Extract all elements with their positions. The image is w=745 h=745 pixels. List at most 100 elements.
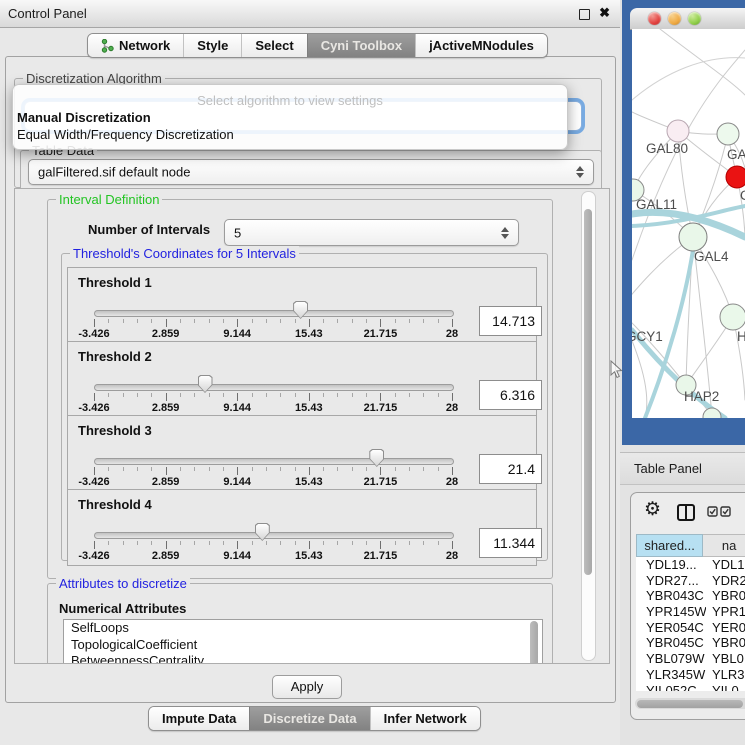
- tick-mark: [409, 467, 410, 471]
- tick-mark: [309, 467, 310, 475]
- table-hscrollbar-track[interactable]: [635, 698, 745, 709]
- minimize-traffic-light-icon[interactable]: [668, 12, 681, 25]
- tick-mark: [323, 393, 324, 397]
- number-of-intervals-combobox[interactable]: 5: [224, 219, 519, 246]
- tab-impute-data[interactable]: Impute Data: [149, 707, 249, 730]
- popup-option-equal-width-frequency[interactable]: Equal Width/Frequency Discretization: [17, 127, 234, 142]
- slider-track[interactable]: [94, 458, 454, 465]
- network-node[interactable]: [679, 223, 707, 251]
- combo-arrows-icon: [501, 227, 510, 239]
- cell-shared-name: YIL052C: [636, 683, 706, 692]
- network-node[interactable]: [720, 304, 745, 330]
- threshold-value-field[interactable]: 21.4: [479, 454, 542, 484]
- slider-track[interactable]: [94, 384, 454, 391]
- tick-mark: [438, 467, 439, 471]
- slider-track[interactable]: [94, 310, 454, 317]
- tick-label: 2.859: [152, 550, 180, 562]
- network-canvas[interactable]: GAL80GACGAL11GAL4GCY1HHAP2: [632, 29, 745, 418]
- tick-mark: [252, 319, 253, 323]
- table-row[interactable]: YPR145WYPR1: [636, 604, 745, 620]
- checkbox-icon[interactable]: [720, 506, 731, 517]
- tick-mark: [209, 541, 210, 545]
- tick-mark: [452, 541, 453, 549]
- combo-arrows-icon: [576, 166, 585, 178]
- tab-infer-network[interactable]: Infer Network: [370, 707, 480, 730]
- tick-mark: [409, 319, 410, 323]
- tick-mark: [252, 467, 253, 471]
- split-columns-icon[interactable]: [677, 504, 695, 521]
- tab-style[interactable]: Style: [183, 34, 241, 57]
- table-row[interactable]: YDR27...YDR2: [636, 573, 745, 589]
- tick-mark: [209, 467, 210, 471]
- tick-mark: [123, 393, 124, 397]
- tick-mark: [94, 541, 95, 549]
- table-row[interactable]: YLR345WYLR3: [636, 667, 745, 683]
- table-row[interactable]: YER054CYER0: [636, 620, 745, 636]
- table-row[interactable]: YDL19...YDL1: [636, 557, 745, 573]
- control-panel-tabs: Network Style Select Cyni Toolbox jActiveMNo…: [87, 33, 548, 58]
- table-data-combobox[interactable]: galFiltered.sif default node: [28, 159, 594, 185]
- attribute-list-item[interactable]: TopologicalCoefficient: [64, 637, 542, 654]
- numerical-attributes-list[interactable]: SelfLoopsTopologicalCoefficientBetweenne…: [63, 619, 543, 664]
- threshold-panel-3: Threshold 3-3.4262.8599.14415.4321.71528…: [67, 415, 537, 492]
- apply-button[interactable]: Apply: [272, 675, 342, 699]
- tick-mark: [94, 467, 95, 475]
- network-node[interactable]: [726, 166, 745, 188]
- settings-scrollbar-thumb[interactable]: [584, 209, 592, 575]
- tab-label: Network: [119, 38, 170, 53]
- tick-mark: [237, 541, 238, 549]
- tick-label: 15.43: [295, 328, 323, 340]
- tick-mark: [180, 541, 181, 545]
- tab-label: Select: [255, 38, 293, 53]
- popup-option-manual-discretization[interactable]: Manual Discretization: [17, 110, 151, 125]
- threshold-value-field[interactable]: 11.344: [479, 528, 542, 558]
- tick-mark: [166, 467, 167, 475]
- tick-mark: [366, 467, 367, 471]
- threshold-value-field[interactable]: 6.316: [479, 380, 542, 410]
- tick-mark: [166, 541, 167, 549]
- table-hscrollbar-thumb[interactable]: [637, 700, 743, 708]
- tick-mark: [337, 467, 338, 471]
- table-row[interactable]: YBR045CYBR0: [636, 635, 745, 651]
- attribute-list-scrollbar-thumb[interactable]: [530, 621, 538, 664]
- zoom-traffic-light-icon[interactable]: [688, 12, 701, 25]
- tick-mark: [151, 541, 152, 545]
- tick-mark: [280, 393, 281, 397]
- settings-scrollbar-track[interactable]: [581, 191, 596, 661]
- checkbox-icon[interactable]: [707, 506, 718, 517]
- gear-icon[interactable]: ⚙: [644, 500, 661, 519]
- tab-discretize-data[interactable]: Discretize Data: [249, 707, 369, 730]
- attribute-list-item[interactable]: BetweennessCentrality: [64, 653, 542, 664]
- tab-label: jActiveMNodules: [429, 38, 534, 53]
- table-row[interactable]: YIL052CYIL0: [636, 683, 745, 692]
- network-edge: [632, 58, 745, 100]
- threshold-value-field[interactable]: 14.713: [479, 306, 542, 336]
- tick-mark: [94, 319, 95, 327]
- tick-mark: [452, 393, 453, 401]
- tab-select[interactable]: Select: [241, 34, 306, 57]
- tick-mark: [380, 319, 381, 327]
- network-node[interactable]: [703, 408, 721, 418]
- network-node[interactable]: [667, 120, 689, 142]
- tick-mark: [352, 393, 353, 397]
- network-node[interactable]: [717, 123, 739, 145]
- tab-jactivemnodules[interactable]: jActiveMNodules: [415, 34, 547, 57]
- tab-cyni-toolbox[interactable]: Cyni Toolbox: [307, 34, 415, 57]
- tick-mark: [423, 467, 424, 471]
- slider-track[interactable]: [94, 532, 454, 539]
- column-header-shared-name[interactable]: shared...: [636, 534, 703, 557]
- table-row[interactable]: YBR043CYBR0: [636, 588, 745, 604]
- close-icon[interactable]: ✖: [599, 5, 610, 21]
- tick-mark: [337, 393, 338, 397]
- float-window-icon[interactable]: [579, 9, 590, 20]
- tick-label: 21.715: [364, 328, 398, 340]
- table-row[interactable]: YBL079WYBL0: [636, 651, 745, 667]
- threshold-label: Threshold 3: [78, 423, 152, 438]
- attribute-list-item[interactable]: SelfLoops: [64, 620, 542, 637]
- cell-shared-name: YDR27...: [636, 573, 706, 589]
- column-header-name[interactable]: na: [703, 534, 745, 557]
- close-traffic-light-icon[interactable]: [648, 12, 661, 25]
- tick-mark: [194, 319, 195, 323]
- tick-mark: [180, 393, 181, 397]
- tab-network[interactable]: Network: [88, 34, 183, 57]
